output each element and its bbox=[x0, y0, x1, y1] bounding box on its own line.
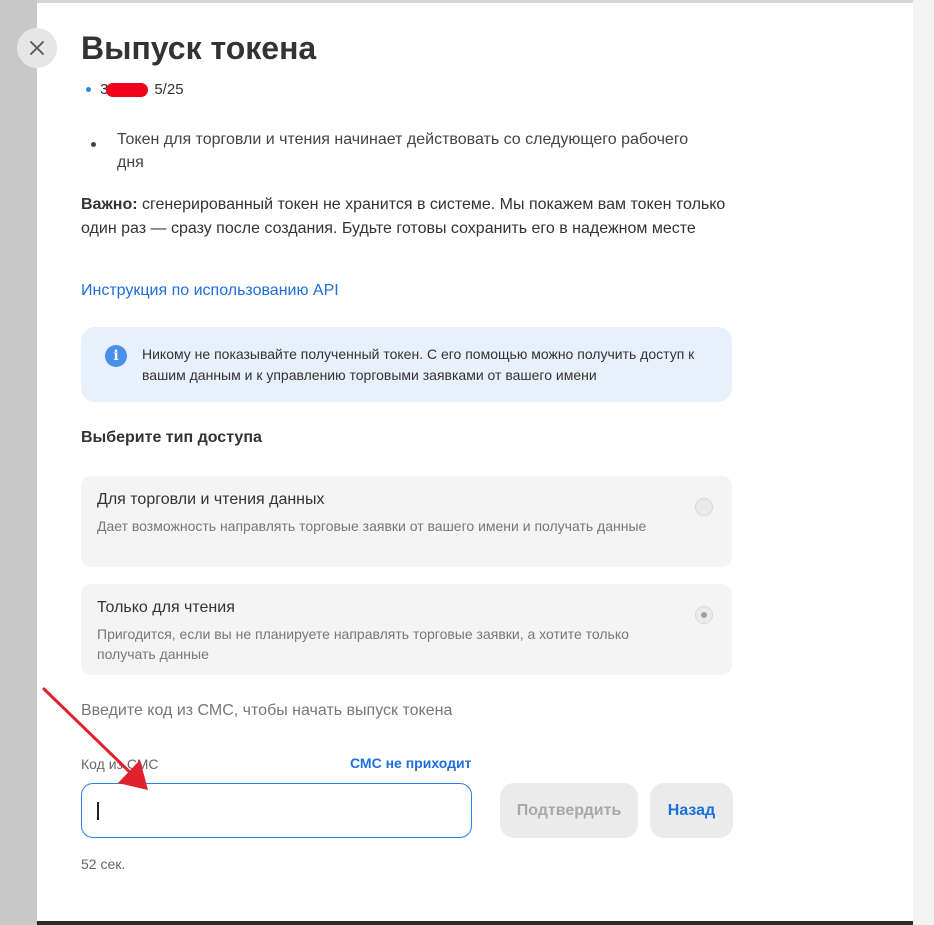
window-bottom-border bbox=[37, 921, 913, 925]
option-title: Для торговли и чтения данных bbox=[97, 491, 325, 508]
status-dot bbox=[86, 87, 91, 92]
redaction-mark bbox=[106, 83, 148, 97]
resend-timer: 52 сек. bbox=[81, 856, 126, 872]
option-title: Только для чтения bbox=[97, 599, 235, 616]
bullet-text-line: Токен для торговли и чтения начинает дей… bbox=[117, 131, 689, 148]
confirm-button[interactable]: Подтвердить bbox=[500, 783, 638, 838]
radio-button[interactable] bbox=[695, 606, 713, 624]
account-suffix: 5/25 bbox=[154, 81, 184, 98]
sms-not-received-link[interactable]: СМС не приходит bbox=[350, 755, 472, 771]
backdrop-right bbox=[913, 0, 934, 925]
page-title: Выпуск токена bbox=[81, 30, 317, 66]
important-note: Важно: сгенерированный токен не хранится… bbox=[81, 193, 741, 241]
back-button[interactable]: Назад bbox=[650, 783, 733, 838]
sms-code-input[interactable] bbox=[81, 783, 472, 838]
access-option-trade-read[interactable]: Для торговли и чтения данных Дает возмож… bbox=[81, 476, 732, 567]
close-button[interactable] bbox=[17, 28, 57, 68]
option-description: Пригодится, если вы не планируете направ… bbox=[97, 626, 629, 662]
window-top-border bbox=[0, 0, 934, 3]
important-label: Важно: bbox=[81, 196, 138, 213]
important-text: сгенерированный токен не хранится в сист… bbox=[81, 196, 726, 237]
bullet-dot bbox=[91, 142, 96, 147]
radio-button[interactable] bbox=[695, 498, 713, 516]
info-icon: i bbox=[105, 345, 127, 367]
info-banner: i Никому не показывайте полученный токен… bbox=[81, 327, 732, 402]
access-option-read-only[interactable]: Только для чтения Пригодится, если вы не… bbox=[81, 584, 732, 675]
sms-prompt: Введите код из СМС, чтобы начать выпуск … bbox=[81, 702, 453, 719]
backdrop-left bbox=[0, 0, 37, 925]
info-text: Никому не показывайте полученный токен. … bbox=[142, 346, 695, 383]
close-icon bbox=[30, 41, 44, 55]
scroll-clip bbox=[81, 111, 781, 131]
option-description: Дает возможность направлять торговые зая… bbox=[97, 518, 647, 534]
sms-code-label: Код из СМС bbox=[81, 756, 159, 772]
api-instructions-link[interactable]: Инструкция по использованию API bbox=[81, 282, 339, 300]
text-caret bbox=[97, 802, 99, 820]
bullet-text-continuation: дня bbox=[117, 154, 144, 171]
access-type-title: Выберите тип доступа bbox=[81, 429, 262, 446]
